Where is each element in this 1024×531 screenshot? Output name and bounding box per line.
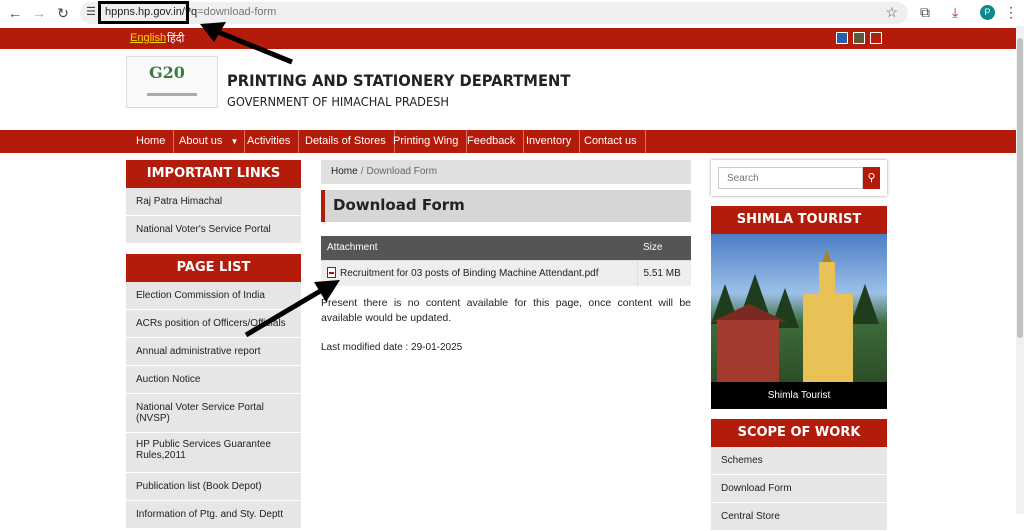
theme-swatch-olive[interactable] bbox=[853, 32, 865, 44]
page-scrollbar[interactable] bbox=[1016, 26, 1024, 514]
link-nvsp[interactable]: National Voter's Service Portal bbox=[126, 216, 301, 244]
shimla-tourist-heading: SHIMLA TOURIST bbox=[711, 206, 887, 234]
scope-of-work-panel: SCOPE OF WORK Schemes Download Form Cent… bbox=[711, 419, 887, 531]
profile-avatar[interactable]: P bbox=[980, 5, 995, 20]
attachment-table: Attachment Size Recruitment for 03 posts… bbox=[321, 236, 691, 286]
search-button[interactable]: ⚲ bbox=[863, 167, 880, 189]
page-list-item[interactable]: Information of Ptg. and Sty. Deptt bbox=[126, 501, 301, 529]
column-header-size: Size bbox=[637, 236, 691, 260]
language-bar: English हिंदी bbox=[0, 28, 1016, 49]
scope-item[interactable]: Schemes bbox=[711, 447, 887, 475]
pdf-file-icon bbox=[327, 267, 336, 279]
church-shape bbox=[803, 294, 853, 382]
shimla-tourist-caption[interactable]: Shimla Tourist bbox=[711, 382, 887, 409]
site-info-icon[interactable]: ☰ bbox=[86, 5, 96, 18]
search-icon: ⚲ bbox=[867, 172, 876, 184]
forward-icon[interactable]: → bbox=[30, 4, 48, 22]
page-title: Download Form bbox=[321, 190, 691, 222]
nav-about-us[interactable]: About us ▼ bbox=[171, 130, 246, 153]
tree-shape bbox=[851, 284, 879, 324]
page-list-item[interactable]: Publication list (Book Depot) bbox=[126, 473, 301, 501]
reload-icon[interactable]: ↻ bbox=[54, 4, 72, 22]
house-shape bbox=[717, 320, 779, 382]
breadcrumb-home-link[interactable]: Home bbox=[331, 166, 358, 177]
back-icon[interactable]: ← bbox=[6, 4, 24, 22]
menu-icon[interactable]: ⋮ bbox=[1004, 4, 1018, 21]
nav-printing-wing[interactable]: Printing Wing bbox=[385, 130, 468, 153]
url-highlight-box bbox=[98, 1, 189, 24]
page-list-item[interactable]: National Voter Service Portal (NVSP) bbox=[126, 394, 301, 433]
nav-details-of-stores[interactable]: Details of Stores bbox=[297, 130, 395, 153]
breadcrumb-current: Download Form bbox=[366, 166, 438, 177]
search-input[interactable] bbox=[718, 167, 863, 189]
link-raj-patra[interactable]: Raj Patra Himachal bbox=[126, 188, 301, 216]
address-bar[interactable]: ☰ hppns.hp.gov.in/?q=download-form ☆ bbox=[80, 2, 908, 24]
size-cell: 5.51 MB bbox=[636, 259, 691, 286]
page-list-item[interactable]: HP Public Services Guarantee Rules,2011 bbox=[126, 433, 301, 473]
shimla-tourist-panel: SHIMLA TOURIST Shimla Tourist bbox=[711, 206, 887, 409]
nav-contact-us[interactable]: Contact us bbox=[576, 130, 646, 153]
search-box: ⚲ bbox=[711, 160, 887, 196]
page-list-item[interactable]: Annual administrative report bbox=[126, 338, 301, 366]
column-header-attachment: Attachment bbox=[321, 236, 637, 260]
main-navigation: Home About us ▼ Activities Details of Sto… bbox=[0, 130, 1016, 153]
dropdown-caret-icon: ▼ bbox=[230, 137, 239, 146]
site-header: G20 PRINTING AND STATIONERY DEPARTMENT G… bbox=[0, 49, 1016, 130]
page-list-heading: PAGE LIST bbox=[126, 254, 301, 282]
page-list-item[interactable]: Election Commission of India bbox=[126, 282, 301, 310]
last-modified-date: Last modified date : 29-01-2025 bbox=[321, 342, 463, 353]
breadcrumb-separator: / bbox=[360, 166, 364, 177]
nav-feedback[interactable]: Feedback bbox=[459, 130, 525, 153]
government-subtitle: GOVERNMENT OF HIMACHAL PRADESH bbox=[227, 95, 449, 109]
bookmark-star-icon[interactable]: ☆ bbox=[885, 4, 898, 21]
nav-activities[interactable]: Activities bbox=[239, 130, 300, 153]
logo-text: G20 bbox=[149, 63, 185, 82]
nav-inventory[interactable]: Inventory bbox=[518, 130, 581, 153]
theme-swatch-red[interactable] bbox=[870, 32, 882, 44]
breadcrumb: Home / Download Form bbox=[321, 160, 691, 184]
g20-logo[interactable]: G20 bbox=[126, 56, 218, 108]
theme-swatch-blue[interactable] bbox=[836, 32, 848, 44]
main-content: Home / Download Form Download Form Attachm… bbox=[321, 160, 691, 353]
lang-english-link[interactable]: English bbox=[130, 32, 166, 44]
important-links-heading: IMPORTANT LINKS bbox=[126, 160, 301, 188]
page-list-item[interactable]: Auction Notice bbox=[126, 366, 301, 394]
nav-home[interactable]: Home bbox=[128, 130, 175, 153]
logo-subline bbox=[147, 93, 197, 96]
page-list-item[interactable]: ACRs position of Officers/Officials bbox=[126, 310, 301, 338]
scrollbar-thumb[interactable] bbox=[1017, 38, 1023, 338]
extensions-icon[interactable]: ⧉ bbox=[920, 4, 930, 21]
attachment-cell[interactable]: Recruitment for 03 posts of Binding Mach… bbox=[321, 259, 637, 286]
no-content-notice: Present there is no content available fo… bbox=[321, 297, 691, 324]
download-icon[interactable]: ⤓ bbox=[952, 4, 958, 21]
table-row: Recruitment for 03 posts of Binding Mach… bbox=[321, 259, 691, 286]
left-sidebar: IMPORTANT LINKS Raj Patra Himachal Natio… bbox=[126, 160, 301, 529]
department-title: PRINTING AND STATIONERY DEPARTMENT bbox=[227, 71, 571, 90]
shimla-church-image[interactable] bbox=[711, 234, 887, 382]
scope-item[interactable]: Download Form bbox=[711, 475, 887, 503]
nav-about-label: About us bbox=[179, 135, 223, 147]
attachment-link[interactable]: Recruitment for 03 posts of Binding Mach… bbox=[340, 268, 599, 279]
lang-hindi-link[interactable]: हिंदी bbox=[167, 31, 184, 46]
scope-item[interactable]: Central Store bbox=[711, 503, 887, 531]
scope-of-work-heading: SCOPE OF WORK bbox=[711, 419, 887, 447]
